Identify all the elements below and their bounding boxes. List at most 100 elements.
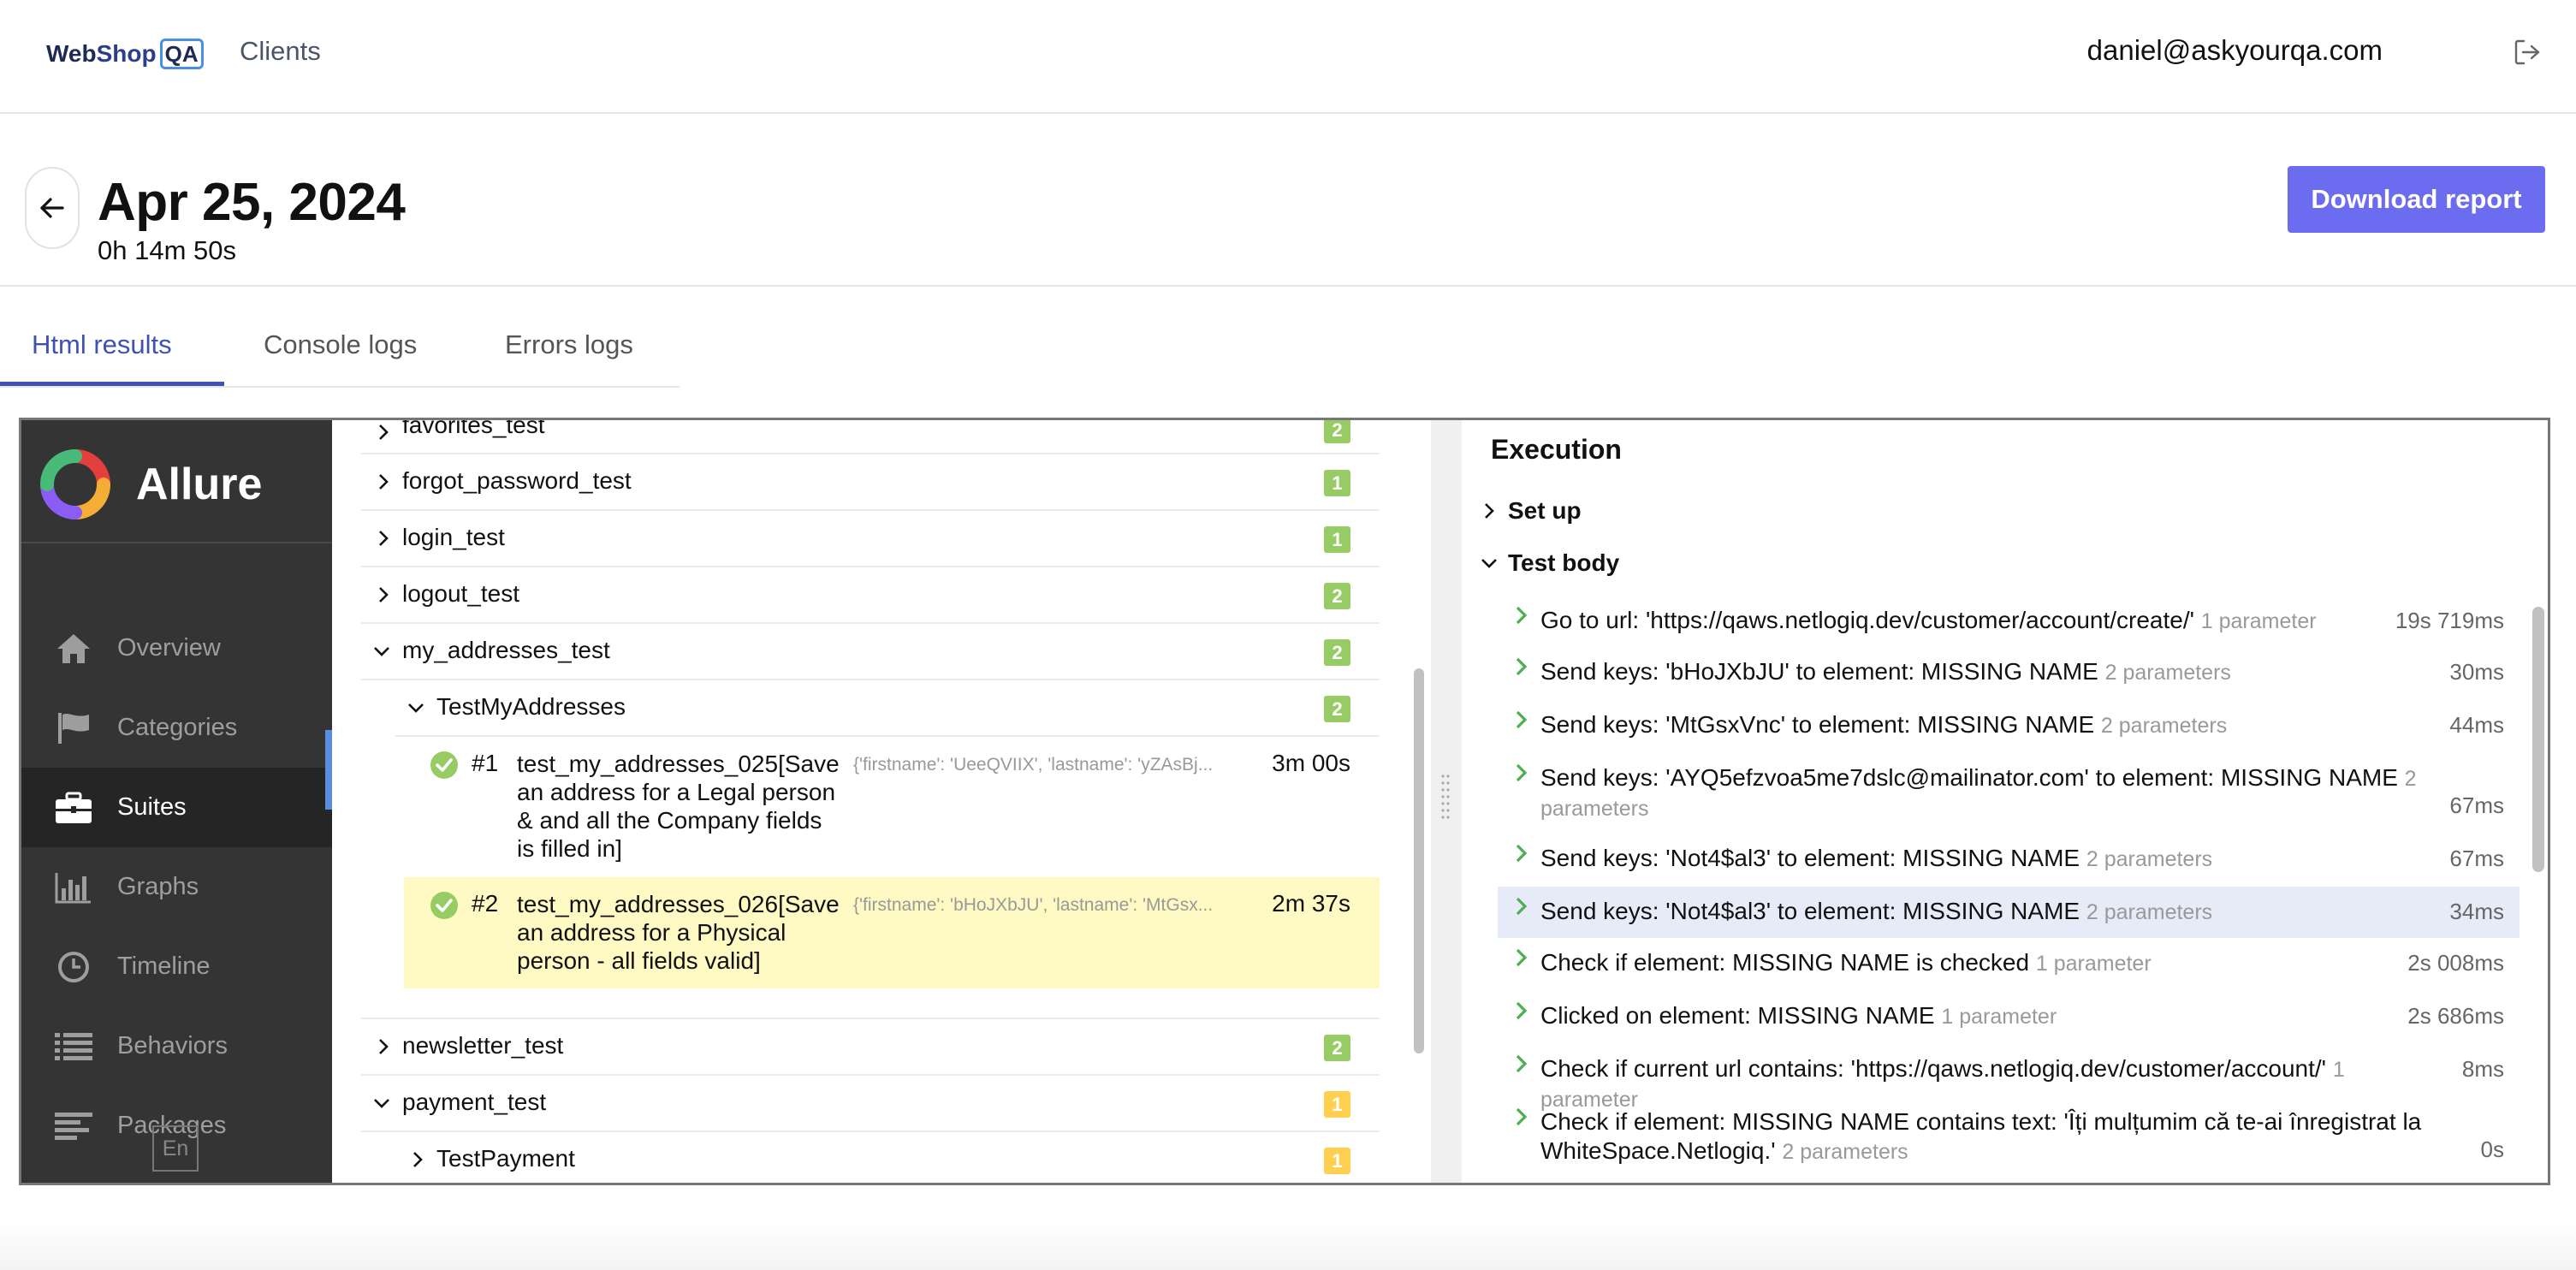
execution-title: Execution (1491, 434, 1622, 465)
sidebar-item-behaviors[interactable]: Behaviors (21, 1006, 332, 1086)
tab-html-results[interactable]: Html results (32, 329, 172, 360)
step-duration: 34ms (2449, 899, 2504, 924)
tree-row[interactable]: TestMyAddresses 2 (395, 680, 1380, 737)
tab-console-logs[interactable]: Console logs (264, 329, 417, 360)
download-report-button[interactable]: Download report (2288, 166, 2545, 233)
execution-step[interactable]: Send keys: 'bHoJXbJU' to element: MISSIN… (1498, 647, 2520, 700)
step-params: 2 parameters (2086, 900, 2213, 924)
execution-step-highlighted[interactable]: Send keys: 'Not4$al3' to element: MISSIN… (1498, 887, 2520, 938)
tree-row[interactable]: my_addresses_test 2 (361, 624, 1380, 680)
chevron-right-icon (1516, 1001, 1528, 1020)
sidebar-item-categories[interactable]: Categories (21, 688, 332, 768)
tree-row[interactable]: payment_test 1 (361, 1076, 1380, 1132)
sidebar-item-overview[interactable]: Overview (21, 608, 332, 688)
active-tab-indicator (0, 382, 224, 386)
chevron-right-icon (407, 1132, 428, 1183)
execution-scrollbar[interactable] (2532, 607, 2544, 872)
tab-errors-logs[interactable]: Errors logs (505, 329, 633, 360)
exec-scrollbar-track (2549, 420, 2550, 1183)
tree-row[interactable]: TestPayment 1 (395, 1132, 1380, 1183)
step-label: Clicked on element: MISSING NAME (1540, 1002, 1935, 1029)
tree-row[interactable]: logout_test 2 (361, 567, 1380, 624)
test-case-params: {'firstname': 'bHoJXbJU', 'lastname': 'M… (853, 895, 1214, 915)
status-count-badge: 2 (1324, 696, 1350, 722)
passed-status-icon (430, 751, 458, 779)
test-case-number: #1 (472, 750, 499, 776)
bottom-shadow (0, 1219, 2576, 1270)
passed-status-icon (430, 892, 458, 919)
language-button[interactable]: En (152, 1125, 199, 1172)
tree-row[interactable]: newsletter_test 2 (361, 1019, 1380, 1076)
sidebar-item-label: Graphs (117, 873, 199, 900)
tree-scrollbar[interactable] (1414, 668, 1424, 1053)
status-count-badge: 1 (1324, 526, 1350, 553)
tree-row-name: newsletter_test (402, 1032, 564, 1059)
chevron-down-icon (371, 1076, 392, 1131)
execution-step[interactable]: Go to url: 'https://qaws.netlogiq.dev/cu… (1498, 596, 2520, 647)
chevron-right-icon (373, 567, 394, 622)
allure-sidebar: Allure Overview Categories Suites Graphs… (21, 420, 332, 1183)
step-duration: 0s (2480, 1136, 2504, 1162)
execution-step[interactable]: Send keys: 'Not4$al3' to element: MISSIN… (1498, 834, 2520, 887)
tree-row[interactable]: forgot_password_test 1 (361, 454, 1380, 511)
sidebar-item-graphs[interactable]: Graphs (21, 847, 332, 927)
step-duration: 2s 008ms (2407, 950, 2504, 976)
execution-step[interactable]: Clicked on element: MISSING NAME 1 param… (1498, 991, 2520, 1044)
chevron-right-icon (1516, 606, 1528, 625)
top-nav: Web Shop QA Clients daniel@askyourqa.com (0, 0, 2576, 114)
chevron-right-icon (1516, 1054, 1528, 1073)
execution-panel: Execution Set up Test body Go to url: 'h… (1462, 420, 2550, 1183)
tree-row-name: forgot_password_test (402, 467, 632, 494)
status-count-badge: 1 (1324, 1091, 1350, 1118)
app-root: Web Shop QA Clients daniel@askyourqa.com A… (0, 0, 2576, 1270)
tree-row[interactable]: login_test 1 (361, 511, 1380, 567)
execution-step[interactable]: Check if element: MISSING NAME contains … (1498, 1097, 2520, 1178)
sidebar-active-indicator (325, 730, 332, 810)
report-header: Apr 25, 2024 0h 14m 50s Download report (0, 116, 2576, 287)
status-count-badge: 2 (1324, 420, 1350, 443)
arrow-left-icon (40, 198, 64, 218)
allure-brand[interactable]: Allure (40, 449, 262, 519)
step-params: 1 parameter (2035, 952, 2152, 976)
step-label: Send keys: 'bHoJXbJU' to element: MISSIN… (1540, 658, 2098, 685)
user-email: daniel@askyourqa.com (2086, 34, 2383, 66)
setup-label: Set up (1508, 497, 1582, 524)
tree-row[interactable]: favorites_test 2 (361, 420, 1380, 454)
test-case-number: #2 (472, 890, 499, 917)
sidebar-item-suites[interactable]: Suites (21, 768, 332, 847)
chevron-right-icon (373, 1019, 394, 1074)
step-label: Send keys: 'AYQ5efzvoa5me7dslc@mailinato… (1540, 764, 2398, 791)
sidebar-item-label: Overview (117, 634, 221, 662)
logout-icon[interactable] (2513, 38, 2542, 67)
report-date: Apr 25, 2024 (98, 173, 406, 232)
execution-step[interactable]: Send keys: 'AYQ5efzvoa5me7dslc@mailinato… (1498, 753, 2520, 834)
tree-row-name: TestMyAddresses (436, 693, 626, 720)
report-duration: 0h 14m 50s (98, 235, 236, 265)
execution-step[interactable]: Check if current url contains: 'https://… (1498, 1044, 2520, 1112)
drag-handle-icon[interactable] (1441, 771, 1450, 822)
step-duration: 44ms (2449, 712, 2504, 738)
step-params: 2 parameters (2104, 661, 2231, 685)
test-case-row-selected[interactable]: #2 test_my_addresses_026[Save an address… (404, 877, 1380, 988)
test-body-label: Test body (1508, 549, 1620, 576)
test-case-row[interactable]: #1 test_my_addresses_025[Save an address… (404, 737, 1380, 877)
step-text: Send keys: 'AYQ5efzvoa5me7dslc@mailinato… (1540, 763, 2431, 823)
webshopqa-logo[interactable]: Web Shop QA (46, 33, 204, 75)
step-text: Send keys: 'MtGsxVnc' to element: MISSIN… (1540, 710, 2431, 740)
execution-step[interactable]: Send keys: 'MtGsxVnc' to element: MISSIN… (1498, 700, 2520, 753)
back-button[interactable] (25, 167, 80, 249)
setup-section-toggle[interactable]: Set up (1479, 497, 1582, 525)
execution-step[interactable]: Check if element: MISSING NAME is checke… (1498, 938, 2520, 991)
step-text: Clicked on element: MISSING NAME 1 param… (1540, 1001, 2431, 1031)
test-body-section-toggle[interactable]: Test body (1479, 549, 1619, 577)
step-text: Send keys: 'Not4$al3' to element: MISSIN… (1540, 844, 2431, 874)
suites-tree: favorites_test 2 forgot_password_test 1 … (332, 420, 1412, 1183)
chevron-down-icon (1479, 550, 1499, 576)
chevron-right-icon (373, 420, 394, 460)
step-label: Go to url: 'https://qaws.netlogiq.dev/cu… (1540, 607, 2194, 633)
sidebar-item-timeline[interactable]: Timeline (21, 927, 332, 1006)
tree-row-name: my_addresses_test (402, 637, 610, 663)
nav-clients-link[interactable]: Clients (240, 36, 321, 67)
step-label: Send keys: 'MtGsxVnc' to element: MISSIN… (1540, 711, 2095, 738)
home-icon (54, 632, 93, 666)
